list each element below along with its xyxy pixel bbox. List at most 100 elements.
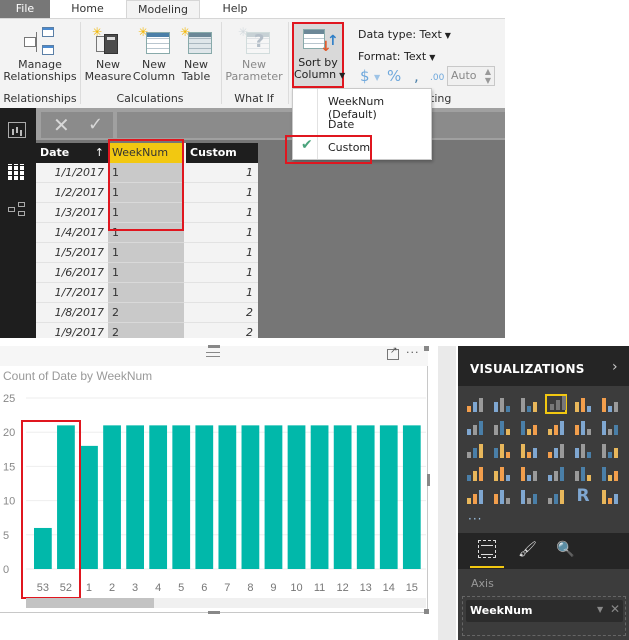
currency-dropdown-caret[interactable]: ▼ bbox=[374, 73, 380, 82]
cell-weeknum[interactable]: 2 bbox=[108, 323, 184, 338]
visual-type-table-icon[interactable] bbox=[518, 486, 540, 506]
collapse-pane-icon[interactable]: › bbox=[612, 359, 618, 375]
visual-type-stacked-bar-icon[interactable] bbox=[464, 394, 486, 414]
cell-date[interactable]: 1/1/2017 bbox=[36, 163, 108, 183]
visual-type-line-and-stacked-column-icon[interactable] bbox=[545, 417, 567, 437]
bar-week-6[interactable] bbox=[195, 425, 214, 569]
bar-week-9[interactable] bbox=[264, 425, 283, 569]
cell-weeknum[interactable]: 1 bbox=[108, 243, 184, 263]
spinner-icon[interactable]: ▲ ▼ bbox=[485, 67, 491, 85]
cell-date[interactable]: 1/5/2017 bbox=[36, 243, 108, 263]
percent-button[interactable]: % bbox=[387, 67, 401, 85]
data-view-icon[interactable] bbox=[8, 164, 26, 180]
new-parameter-button[interactable]: ✳? New Parameter bbox=[224, 4, 284, 83]
visual-type-multi-row-card-icon[interactable] bbox=[599, 463, 621, 483]
bar-week-11[interactable] bbox=[310, 425, 329, 569]
cell-date[interactable]: 1/9/2017 bbox=[36, 323, 108, 338]
visual-type-gauge-icon[interactable] bbox=[545, 463, 567, 483]
more-options-icon[interactable]: ··· bbox=[406, 346, 420, 359]
cell-custom[interactable]: 1 bbox=[184, 223, 256, 243]
visual-type-r-script-icon[interactable]: R bbox=[572, 486, 594, 506]
cell-weeknum[interactable]: 2 bbox=[108, 303, 184, 323]
menu-item-date[interactable]: Date bbox=[328, 118, 354, 131]
drag-handle-icon[interactable] bbox=[206, 352, 220, 357]
report-view-icon[interactable] bbox=[8, 122, 26, 138]
cell-date[interactable]: 1/2/2017 bbox=[36, 183, 108, 203]
currency-button[interactable]: $ bbox=[360, 67, 370, 85]
visual-type-funnel-icon[interactable] bbox=[518, 463, 540, 483]
cell-custom[interactable]: 1 bbox=[184, 183, 256, 203]
bar-week-10[interactable] bbox=[287, 425, 306, 569]
visual-type-scatter-icon[interactable] bbox=[491, 440, 513, 460]
column-header-date[interactable]: Date ↑ bbox=[36, 143, 108, 163]
visual-type-100-stacked-bar-icon[interactable] bbox=[572, 394, 594, 414]
scrollbar-thumb[interactable] bbox=[26, 598, 154, 608]
visual-type-stacked-area-icon[interactable] bbox=[518, 417, 540, 437]
comma-button[interactable]: , bbox=[414, 67, 419, 85]
commit-icon[interactable]: ✓ bbox=[88, 112, 103, 138]
visual-type-donut-icon[interactable] bbox=[545, 440, 567, 460]
bar-week-1[interactable] bbox=[80, 445, 98, 569]
visual-type-ribbon-icon[interactable] bbox=[599, 417, 621, 437]
cell-custom[interactable]: 1 bbox=[184, 243, 256, 263]
cell-date[interactable]: 1/6/2017 bbox=[36, 263, 108, 283]
visual-type-treemap-icon[interactable] bbox=[572, 440, 594, 460]
cell-date[interactable]: 1/4/2017 bbox=[36, 223, 108, 243]
visual-type-100-stacked-column-icon[interactable] bbox=[599, 394, 621, 414]
cell-date[interactable]: 1/8/2017 bbox=[36, 303, 108, 323]
bar-week-15[interactable] bbox=[402, 425, 421, 569]
visual-type-stacked-column-icon[interactable] bbox=[491, 394, 513, 414]
more-visuals-icon[interactable]: ··· bbox=[468, 512, 482, 526]
new-column-button[interactable]: ✳ New Column bbox=[132, 4, 176, 83]
cell-custom[interactable]: 1 bbox=[184, 203, 256, 223]
remove-field-icon[interactable]: ✕ bbox=[610, 602, 620, 616]
visual-type-filled-map-icon[interactable] bbox=[464, 463, 486, 483]
column-header-custom[interactable]: Custom bbox=[186, 143, 258, 163]
resize-handle[interactable] bbox=[424, 609, 429, 614]
visual-type-map-icon[interactable] bbox=[599, 440, 621, 460]
decimal-places-input[interactable]: Auto ▲ ▼ bbox=[447, 66, 495, 86]
cancel-icon[interactable]: ✕ bbox=[53, 112, 70, 138]
format-paint-roller-icon[interactable]: 🖌 bbox=[518, 540, 537, 558]
data-type-dropdown[interactable]: Data type: Text ▼ bbox=[358, 28, 451, 41]
fields-tab-icon[interactable] bbox=[478, 540, 496, 558]
visual-type-globe-icon[interactable] bbox=[599, 486, 621, 506]
focus-mode-icon[interactable] bbox=[387, 346, 399, 360]
visual-type-kpi-icon[interactable] bbox=[464, 486, 486, 506]
visual-type-line-icon[interactable] bbox=[464, 417, 486, 437]
visual-type-pie-icon[interactable] bbox=[518, 440, 540, 460]
cell-custom[interactable]: 1 bbox=[184, 263, 256, 283]
resize-handle[interactable] bbox=[208, 345, 220, 348]
cell-custom[interactable]: 2 bbox=[184, 303, 256, 323]
new-measure-button[interactable]: ✳ New Measure bbox=[84, 4, 132, 83]
cell-custom[interactable]: 1 bbox=[184, 163, 256, 183]
cell-weeknum[interactable]: 1 bbox=[108, 263, 184, 283]
decimal-button[interactable]: .00 bbox=[430, 73, 444, 83]
resize-handle[interactable] bbox=[424, 346, 429, 351]
new-table-button[interactable]: ✳ New Table bbox=[176, 4, 216, 83]
sort-by-column-button[interactable]: ↓ ↑ Sort by Column ▼ bbox=[292, 22, 345, 88]
visual-type-clustered-bar-icon[interactable] bbox=[518, 394, 540, 414]
visual-type-area-icon[interactable] bbox=[491, 417, 513, 437]
visual-type-waterfall-icon[interactable] bbox=[464, 440, 486, 460]
bar-week-13[interactable] bbox=[356, 425, 375, 569]
bar-week-5[interactable] bbox=[172, 425, 191, 569]
bar-week-14[interactable] bbox=[379, 425, 398, 569]
bar-week-12[interactable] bbox=[333, 425, 352, 569]
bar-week-4[interactable] bbox=[149, 425, 168, 569]
analytics-magnifier-icon[interactable]: 🔍 bbox=[556, 540, 575, 558]
chevron-down-icon[interactable]: ▼ bbox=[597, 605, 603, 614]
visual-type-clustered-column-icon[interactable] bbox=[545, 394, 567, 414]
cell-custom[interactable]: 2 bbox=[184, 323, 256, 338]
bar-week-3[interactable] bbox=[126, 425, 144, 569]
visual-type-card-icon[interactable] bbox=[572, 463, 594, 483]
cell-date[interactable]: 1/3/2017 bbox=[36, 203, 108, 223]
visual-type-line-and-clustered-column-icon[interactable] bbox=[572, 417, 594, 437]
bar-week-8[interactable] bbox=[241, 425, 260, 569]
cell-date[interactable]: 1/7/2017 bbox=[36, 283, 108, 303]
bar-week-2[interactable] bbox=[103, 425, 121, 569]
visual-type-matrix-icon[interactable] bbox=[545, 486, 567, 506]
resize-handle[interactable] bbox=[208, 611, 220, 614]
cell-custom[interactable]: 1 bbox=[184, 283, 256, 303]
manage-relationships-button[interactable]: Manage Relationships bbox=[2, 4, 78, 83]
